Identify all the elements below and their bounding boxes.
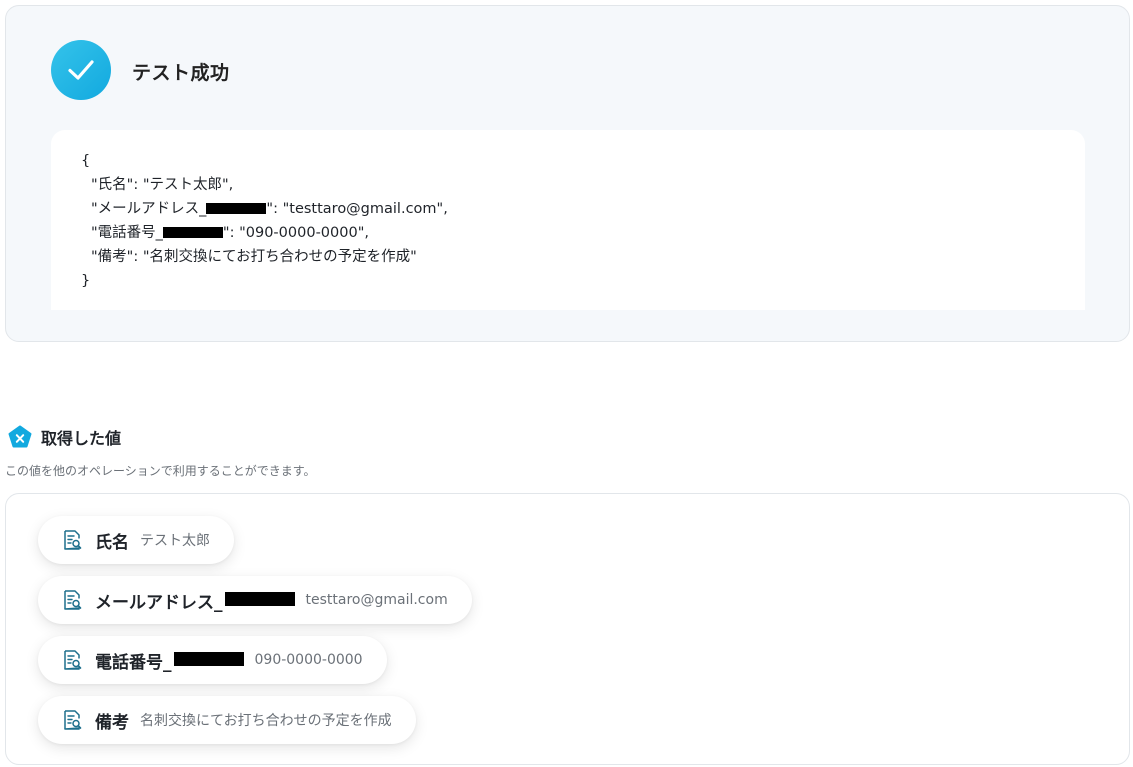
document-search-icon [64,650,82,670]
json-line-note: "備考": "名刺交換にてお打ち合わせの予定を作成" [91,249,417,265]
value-item-name[interactable]: 氏名 テスト太郎 [38,516,234,564]
value-item-note[interactable]: 備考 名刺交換にてお打ち合わせの予定を作成 [38,696,416,744]
acquired-values-card: 氏名 テスト太郎 メールアドレス_ testtaro@gmail.com 電話番… [5,493,1130,765]
json-line-email: "メールアドレス_ ": "testtaro@gmail.com", [91,201,448,217]
value-text: テスト太郎 [140,533,210,549]
redacted-block [162,226,223,238]
result-title: テスト成功 [132,62,230,84]
pentagon-x-icon [8,425,32,448]
document-search-icon [64,530,82,550]
document-search-icon [64,590,82,610]
json-close-brace: } [81,273,91,289]
json-line-phone: "電話番号_ ": "090-0000-0000", [91,225,369,241]
value-text: 090-0000-0000 [254,652,363,668]
value-item-email[interactable]: メールアドレス_ testtaro@gmail.com [38,576,472,624]
json-open-brace: { [81,153,91,169]
document-search-icon [64,710,82,730]
redacted-block [173,652,244,666]
value-label: 備考 [95,712,129,733]
value-label: メールアドレス_ [95,588,295,613]
acquired-values-header: 取得した値 [7,424,121,450]
value-text: 名刺交換にてお打ち合わせの予定を作成 [140,713,392,729]
value-item-phone[interactable]: 電話番号_ 090-0000-0000 [38,636,387,684]
redacted-block [224,592,295,606]
acquired-values-description: この値を他のオペレーションで利用することができます。 [5,464,316,478]
check-circle-icon [51,40,111,100]
redacted-block [206,202,267,214]
value-label: 電話番号_ [95,648,244,673]
value-text: testtaro@gmail.com [305,592,448,608]
acquired-values-title: 取得した値 [41,429,122,448]
test-result-card: テスト成功 { "氏名": "テスト太郎", "メールアドレス_ ": "test… [5,5,1130,342]
json-line-name: "氏名": "テスト太郎", [91,177,234,193]
json-output-panel: { "氏名": "テスト太郎", "メールアドレス_ ": "testtaro@g… [51,130,1085,310]
value-label: 氏名 [95,532,129,553]
